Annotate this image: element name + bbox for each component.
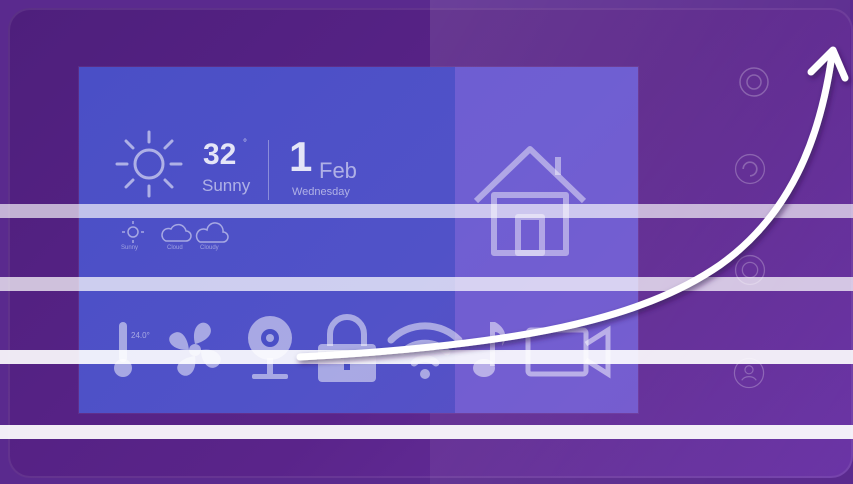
growth-arrow-icon xyxy=(296,46,849,361)
